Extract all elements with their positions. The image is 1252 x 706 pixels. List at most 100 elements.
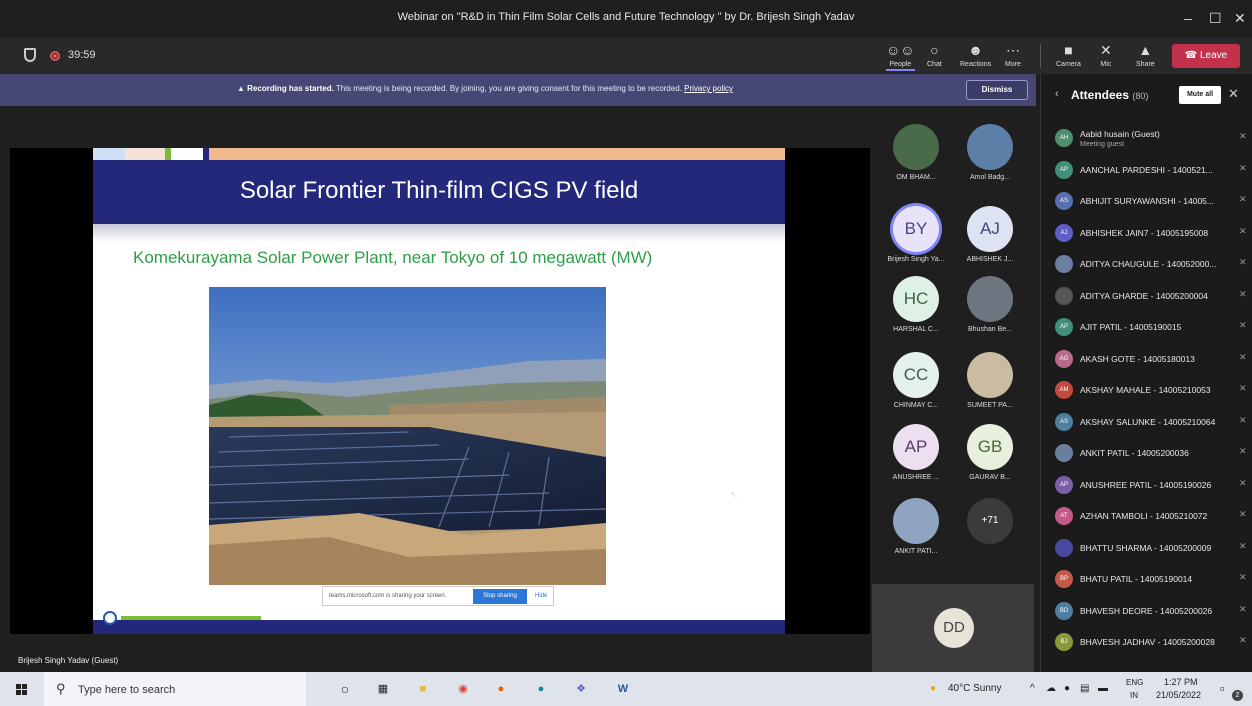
teams-icon[interactable]: ❖ (570, 678, 592, 700)
participant-tile[interactable]: ANKIT PATI... (876, 492, 956, 562)
recording-title: Recording has started. (247, 84, 334, 93)
attendee-role: Meeting guest (1080, 141, 1124, 148)
language-indicator[interactable]: ENG (1126, 678, 1143, 687)
avatar: HC (893, 276, 939, 322)
screen-share-bar: teams.microsoft.com is sharing your scre… (322, 586, 554, 606)
tray-chevron-icon[interactable]: ^ (1030, 683, 1035, 694)
attendee-row[interactable]: AT AZHAN TAMBOLI - 14005210072 ✕ (1055, 504, 1251, 530)
clock-time[interactable]: 1:27 PM (1164, 677, 1198, 687)
chat-icon: ○ (930, 42, 939, 58)
attendee-row[interactable]: ANKIT PATIL - 14005200036 ✕ (1055, 441, 1251, 467)
avatar: AJ (967, 206, 1013, 252)
camera-button[interactable]: ■ Camera (1056, 42, 1081, 68)
mute-all-button[interactable]: Mute all (1179, 86, 1221, 104)
avatar (1055, 444, 1073, 462)
maximize-button[interactable]: ☐ (1209, 10, 1222, 27)
avatar (967, 352, 1013, 398)
weather-text[interactable]: 40°C Sunny (948, 683, 1001, 694)
attendee-name: Aabid husain (Guest) (1080, 129, 1160, 139)
attendee-row[interactable]: AS AKSHAY SALUNKE - 14005210064 ✕ (1055, 410, 1251, 436)
attendee-row[interactable]: AJ ABHISHEK JAIN7 - 14005195008 ✕ (1055, 221, 1251, 247)
participant-tile[interactable]: BY Brijesh Singh Ya... (876, 200, 956, 270)
avatar: AP (1055, 318, 1073, 336)
slide-stripe (203, 148, 209, 160)
attendee-row[interactable]: AP ANUSHREE PATIL - 14005190026 ✕ (1055, 473, 1251, 499)
more-button[interactable]: ⋯ More (1005, 42, 1021, 68)
participant-tile[interactable]: GB GAURAV B... (950, 418, 1030, 488)
attendee-row[interactable]: AM AKSHAY MAHALE - 14005210053 ✕ (1055, 378, 1251, 404)
back-icon[interactable]: ‹ (1055, 88, 1059, 100)
participant-tile[interactable]: CC CHINMAY C... (876, 346, 956, 416)
attendee-row[interactable]: AP AANCHAL PARDESHI - 1400521... ✕ (1055, 158, 1251, 184)
mic-muted-icon: ✕ (1239, 572, 1247, 582)
attendee-row[interactable]: BJ BHAVESH JADHAV - 14005200028 ✕ (1055, 630, 1251, 656)
attendee-name: ADITYA CHAUGULE - 140052000... (1080, 259, 1217, 269)
clock-date[interactable]: 21/05/2022 (1156, 690, 1201, 700)
avatar: AG (1055, 349, 1073, 368)
reactions-button[interactable]: ☻ Reactions (960, 42, 991, 68)
participant-tile[interactable]: AJ ABHISHEK J... (950, 200, 1030, 270)
cortana-icon[interactable]: ○ (334, 678, 356, 700)
file-explorer-icon[interactable]: ■ (412, 678, 434, 700)
mic-muted-icon: ✕ (1239, 288, 1247, 299)
slide-caption: Komekurayama Solar Power Plant, near Tok… (133, 248, 653, 267)
participant-tile[interactable]: Amol Badg... (950, 118, 1030, 188)
slide-subheader (93, 224, 785, 242)
more-participants-tile[interactable]: +71 (950, 492, 1030, 562)
mic-tray-icon[interactable]: ● (1064, 683, 1070, 694)
close-icon[interactable]: ✕ (1228, 86, 1239, 102)
minimize-button[interactable]: – (1184, 10, 1192, 26)
participant-name: ANUSHREE ... (892, 474, 940, 481)
participant-name: SUMEET PA... (967, 402, 1013, 409)
attendee-row[interactable]: AH Aabid husain (Guest) Meeting guest ✕ (1055, 126, 1251, 152)
task-view-icon[interactable]: ▦ (372, 678, 394, 700)
close-window-button[interactable]: ✕ (1234, 10, 1246, 27)
language-region[interactable]: IN (1130, 691, 1138, 700)
edge-icon[interactable]: ● (530, 678, 552, 700)
participant-tile[interactable]: HC HARSHAL C... (876, 270, 956, 340)
attendee-name: BHAVESH JADHAV - 14005200028 (1080, 637, 1215, 647)
dismiss-button[interactable]: Dismiss (966, 80, 1028, 100)
mic-muted-icon: ✕ (1239, 194, 1247, 204)
participant-tile[interactable]: Bhushan Be... (950, 270, 1030, 340)
mic-muted-icon: ✕ (1239, 446, 1247, 456)
people-button[interactable]: ☺☺ People (886, 42, 915, 71)
leave-button[interactable]: ☎ Leave (1172, 44, 1240, 68)
share-button[interactable]: ▲ Share (1136, 42, 1155, 68)
battery-icon[interactable]: ▬ (1098, 683, 1108, 694)
attendee-row[interactable]: BP BHATU PATIL - 14005190014 ✕ (1055, 567, 1251, 593)
participant-tile[interactable]: AP ANUSHREE ... (876, 418, 956, 488)
avatar (893, 498, 939, 544)
notifications-icon[interactable]: ▫ (1220, 681, 1225, 696)
attendee-row[interactable]: AG AKASH GOTE - 14005180013 ✕ (1055, 347, 1251, 373)
stop-sharing-button[interactable]: Stop sharing (473, 589, 527, 604)
avatar: BD (1055, 601, 1073, 620)
attendee-row[interactable]: ADITYA GHARDE - 14005200004 ✕ (1055, 284, 1251, 310)
word-icon[interactable]: W (612, 678, 634, 700)
mic-button[interactable]: ✕ Mic (1100, 42, 1112, 68)
chat-button[interactable]: ○ Chat (927, 42, 942, 68)
attendee-row[interactable]: AS ABHIJIT SURYAWANSHI - 14005... ✕ (1055, 189, 1251, 215)
mic-muted-icon: ✕ (1239, 162, 1247, 173)
attendee-row[interactable]: AP AJIT PATIL - 14005190015 ✕ (1055, 315, 1251, 341)
privacy-policy-link[interactable]: Privacy policy (684, 84, 733, 93)
attendee-row[interactable]: BD BHAVESH DEORE - 14005200026 ✕ (1055, 599, 1251, 625)
slide-title: Solar Frontier Thin-film CIGS PV field (239, 177, 639, 204)
chrome-icon[interactable]: ◉ (452, 678, 474, 700)
avatar (1055, 286, 1073, 305)
cursor-icon: ↖ (730, 490, 739, 501)
attendee-row[interactable]: BHATTU SHARMA - 14005200009 ✕ (1055, 536, 1251, 562)
windows-start-icon[interactable] (16, 684, 28, 696)
mic-muted-icon: ✕ (1239, 131, 1247, 141)
firefox-icon[interactable]: ● (490, 678, 512, 700)
hide-button[interactable]: Hide (535, 593, 547, 599)
participant-name: OM BHAM... (896, 174, 936, 181)
participant-tile[interactable]: OM BHAM... (876, 118, 956, 188)
participant-name: HARSHAL C... (893, 326, 939, 333)
network-icon[interactable]: ▤ (1080, 683, 1089, 694)
onedrive-icon[interactable]: ☁ (1046, 683, 1056, 694)
taskbar-search[interactable]: ⚲ Type here to search (44, 672, 306, 706)
participant-tile[interactable]: SUMEET PA... (950, 346, 1030, 416)
attendee-row[interactable]: ADITYA CHAUGULE - 140052000... ✕ (1055, 252, 1251, 278)
attendee-name: ANUSHREE PATIL - 14005190026 (1080, 479, 1212, 490)
